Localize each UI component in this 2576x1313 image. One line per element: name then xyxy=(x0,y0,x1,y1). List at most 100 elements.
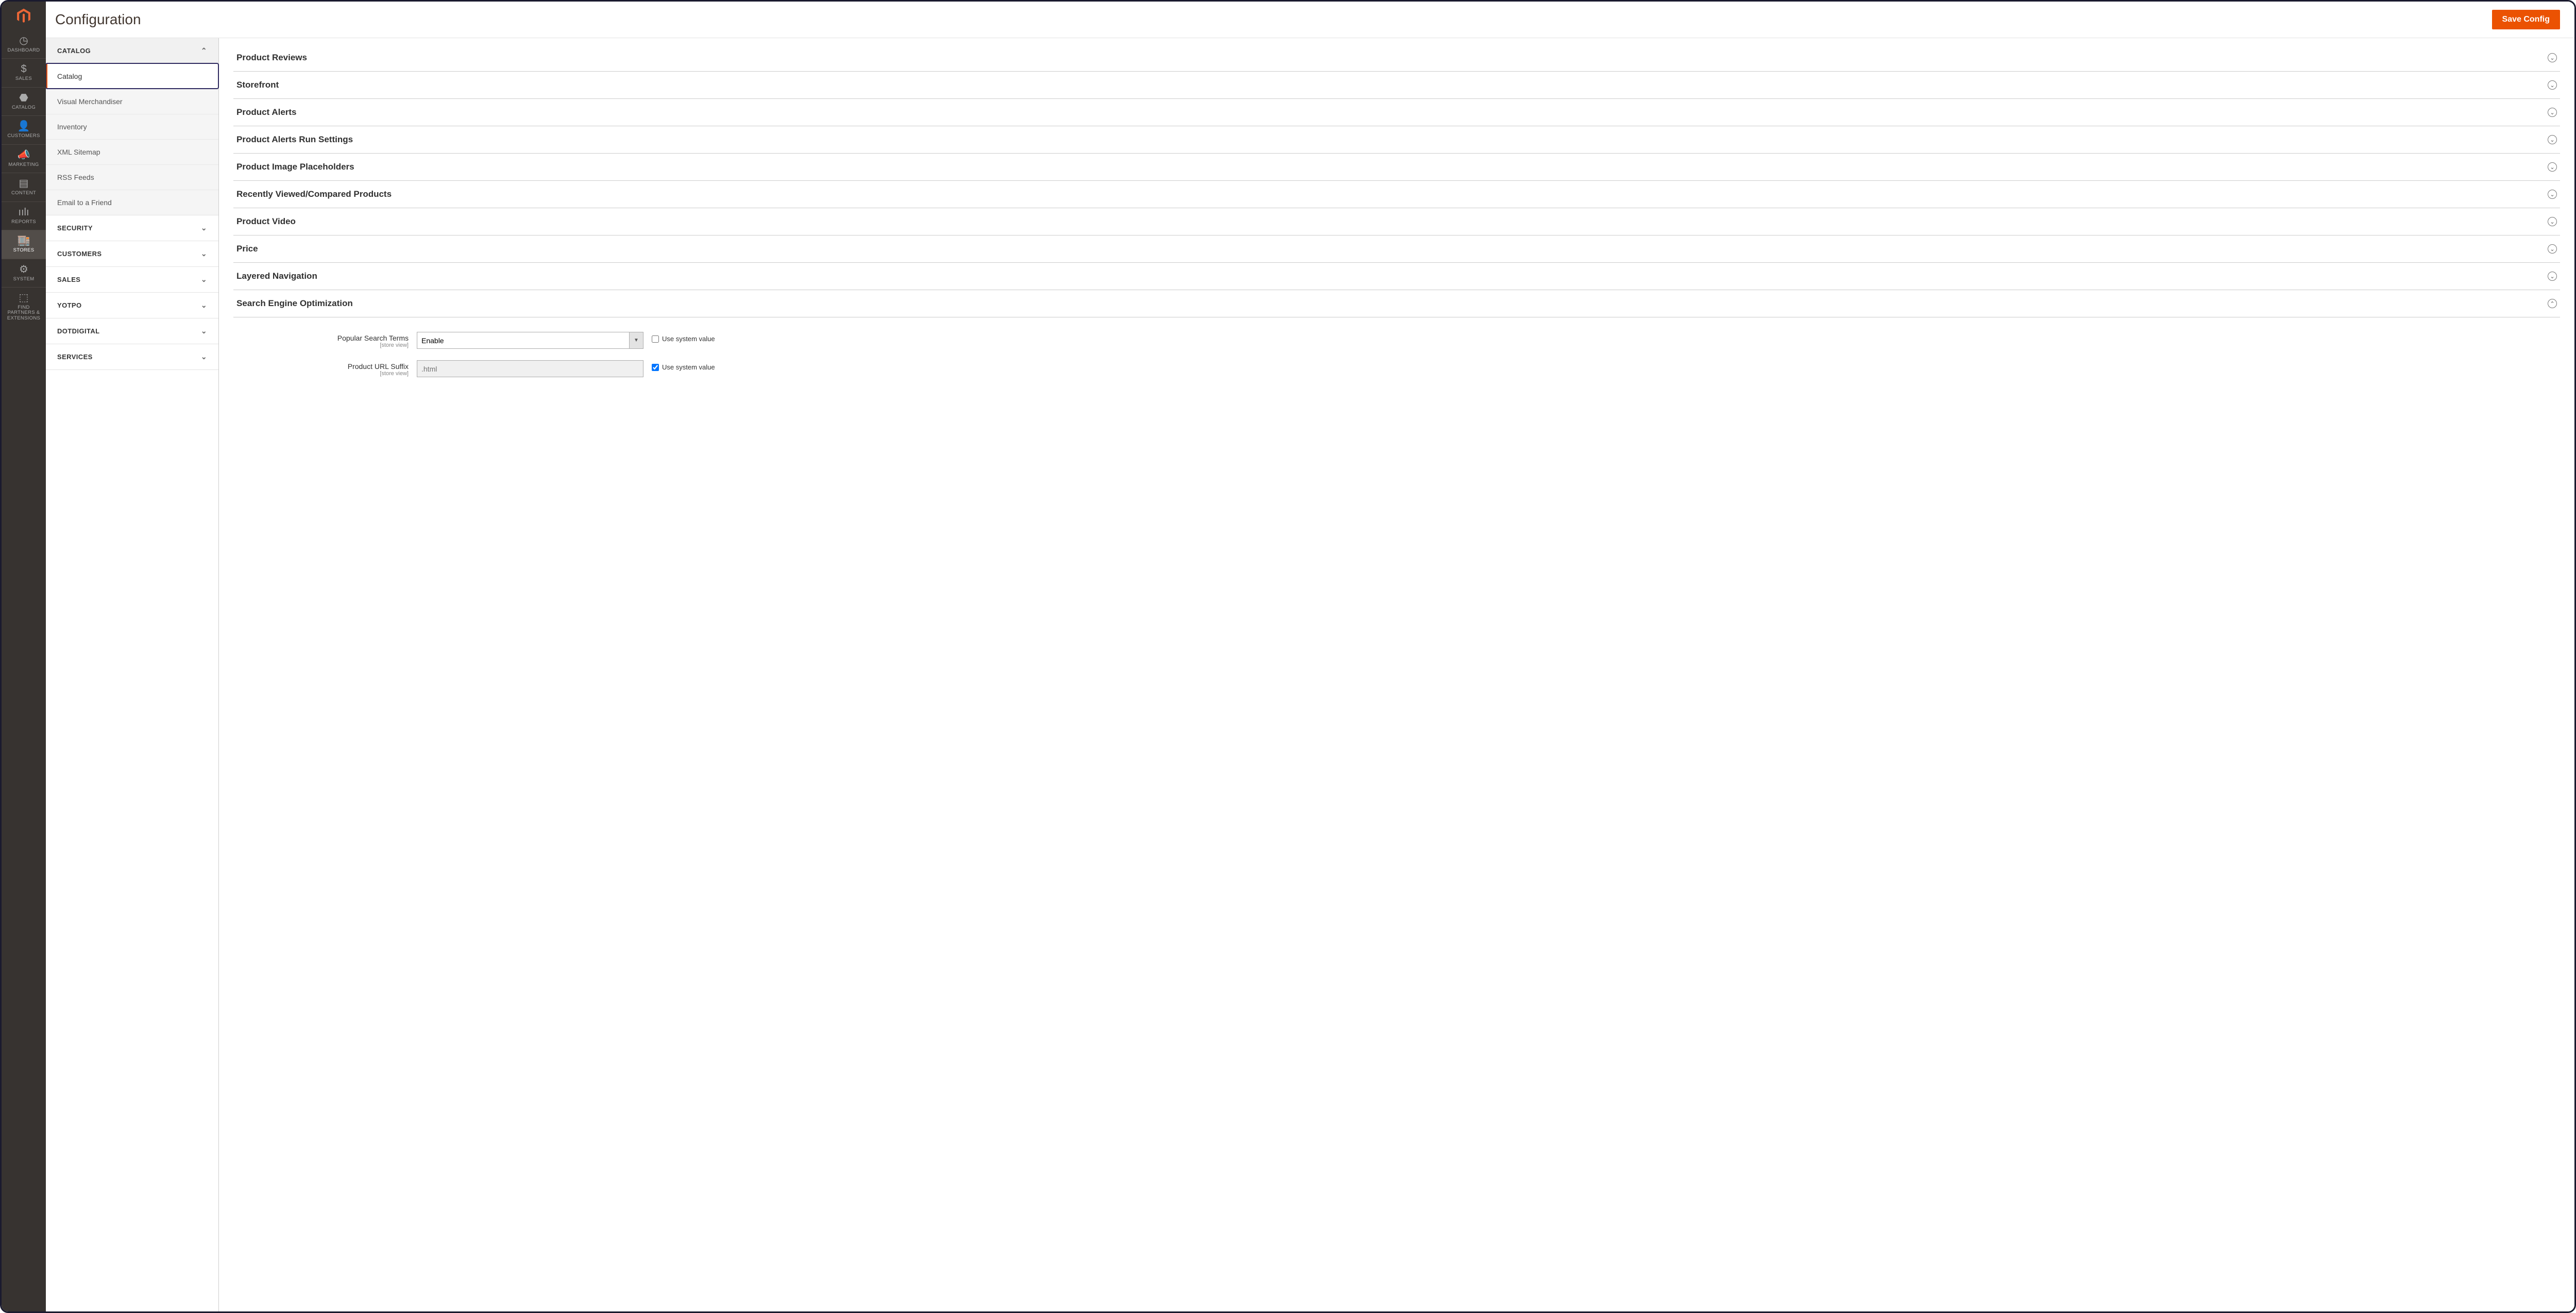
field-product-url-suffix: Product URL Suffix[store view]Use system… xyxy=(233,360,2560,377)
accordion-label: Product Alerts Run Settings xyxy=(236,134,353,145)
use-system-value-checkbox[interactable] xyxy=(652,335,659,343)
config-subitem-xml-sitemap[interactable]: XML Sitemap xyxy=(46,139,218,164)
expand-icon: ⌄ xyxy=(2548,135,2557,144)
reports-icon: ıılı xyxy=(18,207,29,217)
expand-icon: ⌄ xyxy=(2548,108,2557,117)
expand-icon: ⌄ xyxy=(2548,190,2557,199)
field-scope: [store view] xyxy=(233,342,409,348)
chevron-down-icon: ⌄ xyxy=(201,327,207,335)
nav-item-marketing[interactable]: 📣Marketing xyxy=(2,144,46,173)
accordion-layered-navigation[interactable]: Layered Navigation⌄ xyxy=(233,263,2560,290)
save-config-button[interactable]: Save Config xyxy=(2492,10,2560,29)
nav-item-customers[interactable]: 👤Customers xyxy=(2,115,46,144)
nav-label: Dashboard xyxy=(8,48,40,53)
nav-item-dashboard[interactable]: ◷ Dashboard xyxy=(2,30,46,58)
expand-icon: ⌄ xyxy=(2548,272,2557,281)
find-partners-extensions-icon: ⬚ xyxy=(19,293,29,303)
accordion-recently-viewed-compared-products[interactable]: Recently Viewed/Compared Products ⌄ xyxy=(233,181,2560,208)
nav-item-content[interactable]: ▤ Content xyxy=(2,173,46,201)
expand-icon: ⌄ xyxy=(2548,162,2557,172)
config-section-customers[interactable]: Customers⌄ xyxy=(46,241,218,266)
nav-label: Find Partners & Extensions xyxy=(4,305,44,321)
expand-icon: ⌄ xyxy=(2548,80,2557,90)
dashboard-icon: ◷ xyxy=(19,36,28,46)
config-section-label: Services xyxy=(57,353,93,361)
accordion-label: Product Image Placeholders xyxy=(236,162,354,172)
config-section-yotpo[interactable]: Yotpo ⌄ xyxy=(46,293,218,318)
accordion-search-engine-optimization[interactable]: Search Engine Optimization ⌃ xyxy=(233,290,2560,317)
use-system-value-checkbox-wrap[interactable]: Use system value xyxy=(652,360,715,371)
field-scope: [store view] xyxy=(233,371,409,377)
accordion-product-alerts-run-settings[interactable]: Product Alerts Run Settings ⌄ xyxy=(233,126,2560,154)
chevron-down-icon: ⌄ xyxy=(201,249,207,258)
seo-fields: Popular Search Terms[store view]Enable▼U… xyxy=(233,317,2560,377)
config-section-label: Security xyxy=(57,224,93,232)
accordion-label: Recently Viewed/Compared Products xyxy=(236,189,392,199)
config-subitem-email-to-a-friend[interactable]: Email to a Friend xyxy=(46,190,218,215)
accordion-product-image-placeholders[interactable]: Product Image Placeholders ⌄ xyxy=(233,154,2560,181)
nav-label: Stores xyxy=(13,248,35,253)
config-subitem-rss-feeds[interactable]: RSS Feeds xyxy=(46,164,218,190)
topbar: Configuration Save Config xyxy=(46,2,2574,38)
chevron-down-icon: ⌄ xyxy=(201,352,207,361)
accordion-product-alerts[interactable]: Product Alerts ⌄ xyxy=(233,99,2560,126)
sales-icon: $ xyxy=(21,64,26,74)
field-popular-search-terms: Popular Search Terms[store view] Enable▼ U… xyxy=(233,332,2560,349)
nav-item-sales[interactable]: $ Sales xyxy=(2,58,46,87)
nav-item-find-partners-extensions[interactable]: ⬚ Find Partners & Extensions xyxy=(2,287,46,326)
expand-icon: ⌄ xyxy=(2548,53,2557,62)
config-section-sales[interactable]: Sales ⌄ xyxy=(46,267,218,292)
nav-label: Content xyxy=(11,191,36,196)
chevron-up-icon: ⌃ xyxy=(201,46,207,55)
nav-label: Catalog xyxy=(12,105,36,110)
admin-left-nav: ◷ Dashboard $ Sales ⬣ Catalog 👤Customers📣Marke… xyxy=(2,2,46,1311)
chevron-down-icon: ⌄ xyxy=(201,275,207,284)
collapse-icon: ⌃ xyxy=(2548,299,2557,308)
expand-icon: ⌄ xyxy=(2548,244,2557,254)
nav-label: Sales xyxy=(15,76,32,81)
accordion-product-reviews[interactable]: Product Reviews ⌄ xyxy=(233,44,2560,72)
use-system-value-label: Use system value xyxy=(662,363,715,371)
magento-logo-icon xyxy=(15,7,32,25)
accordion-label: Product Alerts xyxy=(236,107,297,117)
nav-item-system[interactable]: ⚙System xyxy=(2,259,46,287)
accordion-label: Product Reviews xyxy=(236,53,307,63)
product-url-suffix-input xyxy=(417,360,643,377)
accordion-label: Search Engine Optimization xyxy=(236,298,353,309)
nav-item-catalog[interactable]: ⬣ Catalog xyxy=(2,87,46,115)
config-section-services[interactable]: Services ⌄ xyxy=(46,344,218,369)
marketing-icon: 📣 xyxy=(18,150,30,160)
config-section-label: Yotpo xyxy=(57,301,82,309)
nav-item-reports[interactable]: ıılı Reports xyxy=(2,201,46,230)
content-icon: ▤ xyxy=(19,178,29,189)
nav-label: Reports xyxy=(11,220,36,225)
use-system-value-checkbox[interactable] xyxy=(652,364,659,371)
accordion-storefront[interactable]: Storefront⌄ xyxy=(233,72,2560,99)
popular-search-terms-select[interactable]: Enable xyxy=(417,332,629,349)
config-section-security[interactable]: Security⌄ xyxy=(46,215,218,241)
config-subitem-inventory[interactable]: Inventory xyxy=(46,114,218,139)
stores-icon: 🏬 xyxy=(18,235,30,246)
accordion-label: Price xyxy=(236,244,258,254)
config-section-catalog[interactable]: Catalog ⌃ xyxy=(46,38,218,63)
nav-item-stores[interactable]: 🏬 Stores xyxy=(2,230,46,258)
chevron-down-icon: ⌄ xyxy=(201,301,207,310)
config-subitem-catalog[interactable]: Catalog xyxy=(46,63,218,89)
catalog-icon: ⬣ xyxy=(19,93,28,103)
use-system-value-checkbox-wrap[interactable]: Use system value xyxy=(652,332,715,343)
config-section-label: Catalog xyxy=(57,47,91,55)
config-subitem-visual-merchandiser[interactable]: Visual Merchandiser xyxy=(46,89,218,114)
dropdown-caret-icon[interactable]: ▼ xyxy=(629,332,643,349)
accordion-product-video[interactable]: Product Video ⌄ xyxy=(233,208,2560,235)
expand-icon: ⌄ xyxy=(2548,217,2557,226)
page-title: Configuration xyxy=(55,11,141,28)
config-section-label: dotdigital xyxy=(57,327,99,335)
customers-icon: 👤 xyxy=(18,121,30,131)
accordion-label: Product Video xyxy=(236,216,296,227)
config-body: Product Reviews⌄Storefront⌄Product Alert… xyxy=(219,38,2574,1311)
field-label: Popular Search Terms xyxy=(337,334,409,342)
config-section-dotdigital[interactable]: dotdigital ⌄ xyxy=(46,318,218,344)
accordion-price[interactable]: Price ⌄ xyxy=(233,235,2560,263)
config-section-label: Sales xyxy=(57,276,80,283)
nav-label: System xyxy=(13,277,35,282)
